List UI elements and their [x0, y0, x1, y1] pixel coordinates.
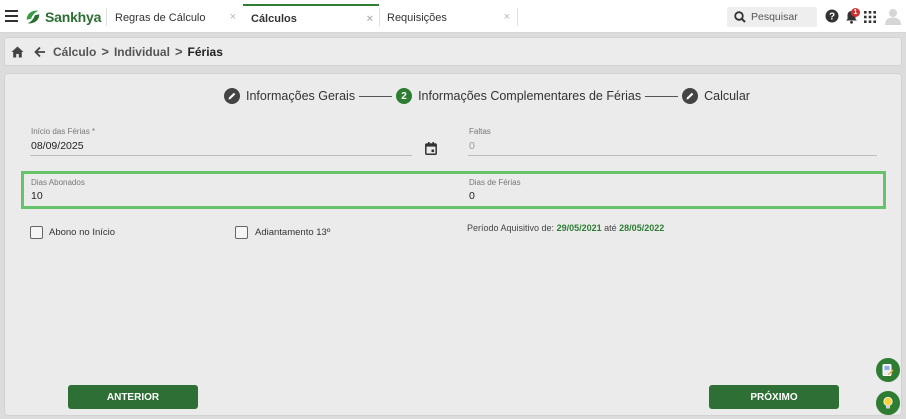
periodo-end-date: 28/05/2022 [619, 223, 665, 233]
step-informacoes-complementares: Informações Complementares de Férias [418, 89, 642, 103]
breadcrumb-item-ferias: Férias [187, 44, 223, 59]
svg-text:?: ? [829, 12, 835, 23]
brand-logo[interactable]: Sankhya [24, 7, 101, 27]
periodo-aquisitivo: Período Aquisitivo de: 29/05/2021 até 28… [467, 223, 664, 233]
dias-abonados-field[interactable]: 10 [31, 190, 43, 202]
proximo-button[interactable]: PRÓXIMO [709, 385, 839, 409]
help-icon[interactable]: ? [825, 9, 839, 23]
notification-badge: 1 [851, 8, 860, 17]
search-placeholder: Pesquisar [751, 11, 798, 23]
calendar-icon[interactable] [425, 142, 437, 155]
adiantamento-13-checkbox[interactable] [235, 226, 248, 239]
breadcrumb-item-individual[interactable]: Individual [114, 45, 170, 59]
search-input[interactable]: Pesquisar [727, 7, 817, 27]
brand-name: Sankhya [45, 9, 102, 25]
search-icon [734, 11, 746, 23]
notes-fab-button[interactable] [876, 358, 900, 382]
step-connector [645, 95, 679, 97]
document-edit-icon [882, 363, 894, 376]
close-icon[interactable]: × [504, 11, 510, 23]
menu-icon[interactable] [5, 10, 18, 22]
breadcrumb: Cálculo > Individual > Férias [4, 37, 902, 66]
step-informacoes-gerais[interactable]: Informações Gerais [246, 89, 355, 103]
abono-inicio-label: Abono no Início [49, 227, 116, 238]
faltas-field[interactable]: 0 [469, 140, 475, 152]
periodo-prefix: Período Aquisitivo de: [467, 223, 555, 233]
edit-icon[interactable] [682, 88, 699, 104]
tab-label: Requisições [387, 12, 447, 24]
anterior-button[interactable]: ANTERIOR [68, 385, 198, 409]
step-connector [359, 95, 393, 97]
inicio-ferias-underline [30, 155, 412, 156]
tab-calculos[interactable]: Cálculos × [243, 4, 379, 32]
main-panel [4, 73, 902, 416]
faltas-label: Faltas [469, 127, 491, 136]
breadcrumb-item-calculo[interactable]: Cálculo [53, 45, 96, 59]
highlight-box [21, 171, 886, 209]
close-icon[interactable]: × [367, 13, 373, 25]
close-icon[interactable]: × [230, 11, 236, 23]
abono-inicio-checkbox[interactable] [30, 226, 43, 239]
avatar[interactable] [885, 8, 901, 25]
chevron-right-icon: > [101, 44, 109, 59]
tab-requisicoes[interactable]: Requisições × [379, 4, 516, 32]
chevron-right-icon: > [174, 44, 183, 59]
step-calcular[interactable]: Calcular [704, 89, 750, 103]
sankhya-logo-icon [26, 10, 40, 24]
inicio-ferias-label: Início das Férias * [31, 127, 96, 136]
home-icon[interactable] [11, 46, 24, 58]
lightbulb-icon [883, 396, 893, 409]
periodo-start-date: 29/05/2021 [556, 223, 602, 233]
apps-grid-icon[interactable] [864, 11, 876, 23]
dias-ferias-label: Dias de Férias [469, 178, 521, 187]
back-arrow-icon[interactable] [34, 46, 46, 58]
tab-label: Cálculos [251, 13, 297, 25]
tips-fab-button[interactable] [876, 391, 900, 415]
inicio-ferias-field[interactable]: 08/09/2025 [31, 140, 84, 152]
step-number-badge: 2 [396, 88, 413, 104]
tab-regras-de-calculo[interactable]: Regras de Cálculo × [107, 4, 242, 32]
adiantamento-13-label: Adiantamento 13º [255, 227, 331, 238]
tab-label: Regras de Cálculo [115, 12, 206, 24]
top-bar: Sankhya Regras de Cálculo × Cálculos × R… [0, 0, 906, 33]
stepper: Informações Gerais 2 Informações Complem… [224, 88, 750, 104]
edit-icon[interactable] [224, 88, 240, 104]
periodo-connector: até [604, 223, 617, 233]
faltas-underline [468, 155, 877, 156]
dias-abonados-label: Dias Abonados [31, 178, 85, 187]
dias-ferias-field[interactable]: 0 [469, 190, 475, 202]
